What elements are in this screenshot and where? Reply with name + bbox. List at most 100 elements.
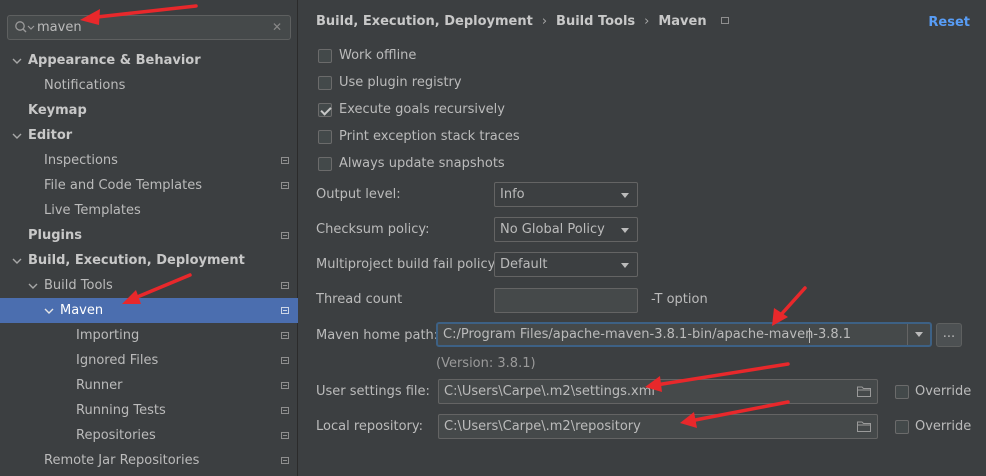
sidebar-item-runner[interactable]: Runner xyxy=(0,373,298,398)
chevron-down-icon[interactable] xyxy=(12,131,22,141)
sidebar-item-label: File and Code Templates xyxy=(44,178,202,193)
chevron-down-icon[interactable] xyxy=(44,306,54,316)
sidebar-item-label: Plugins xyxy=(28,228,82,243)
dropdown-value: Info xyxy=(500,187,525,202)
breadcrumb-separator: › xyxy=(644,14,650,29)
user-settings-file-label: User settings file: xyxy=(316,384,430,399)
multiproject-fail-policy-dropdown[interactable]: Default xyxy=(494,252,638,277)
sidebar-item-label: Keymap xyxy=(28,103,87,118)
sidebar-item-label: Maven xyxy=(60,303,104,318)
sidebar-item-running-tests[interactable]: Running Tests xyxy=(0,398,298,423)
execute-goals-recursively-checkbox[interactable] xyxy=(318,103,332,117)
sidebar-item-label: Running Tests xyxy=(76,403,166,418)
project-scope-icon xyxy=(281,282,289,289)
sidebar-item-maven[interactable]: Maven xyxy=(0,298,298,323)
sidebar-item-notifications[interactable]: Notifications xyxy=(0,73,298,98)
project-scope-icon xyxy=(281,332,289,339)
settings-search-field[interactable]: maven ✕ xyxy=(7,15,291,40)
breadcrumb-separator: › xyxy=(541,14,548,29)
thread-count-input[interactable] xyxy=(494,288,638,313)
input-value[interactable]: C:/Program Files/apache-maven-3.8.1-bin/… xyxy=(443,327,851,342)
checksum-policy-dropdown[interactable]: No Global Policy xyxy=(494,217,638,242)
reset-link[interactable]: Reset xyxy=(928,15,970,30)
sidebar-item-plugins[interactable]: Plugins xyxy=(0,223,298,248)
sidebar-item-label: Build Tools xyxy=(44,278,113,293)
print-exception-stack-traces-checkbox[interactable] xyxy=(318,130,332,144)
sidebar-item-keymap[interactable]: Keymap xyxy=(0,98,298,123)
chevron-down-icon[interactable] xyxy=(28,281,38,291)
multiproject-fail-policy-label: Multiproject build fail policy: xyxy=(316,257,499,272)
sidebar-item-label: Notifications xyxy=(44,78,126,93)
project-scope-icon xyxy=(281,232,289,239)
chevron-down-icon[interactable] xyxy=(12,56,22,66)
thread-count-label: Thread count xyxy=(316,292,403,307)
checksum-policy-label: Checksum policy: xyxy=(316,222,430,237)
settings-sidebar: maven ✕ Appearance & Behavior Notificati… xyxy=(0,0,298,476)
checkbox-label: Use plugin registry xyxy=(339,75,462,90)
output-level-dropdown[interactable]: Info xyxy=(494,182,638,207)
project-scope-icon xyxy=(281,182,289,189)
sidebar-item-label: Runner xyxy=(76,378,123,393)
chevron-down-icon[interactable] xyxy=(12,256,22,266)
local-repository-label: Local repository: xyxy=(316,419,423,434)
combobox-divider xyxy=(907,324,908,345)
sidebar-item-editor[interactable]: Editor xyxy=(0,123,298,148)
search-input-value[interactable]: maven xyxy=(37,20,82,35)
folder-icon[interactable] xyxy=(857,421,871,432)
project-scope-icon xyxy=(281,357,289,364)
checkbox-label: Override xyxy=(915,384,972,399)
dropdown-arrow-icon xyxy=(621,193,629,198)
project-scope-icon xyxy=(281,457,289,464)
project-scope-icon xyxy=(281,407,289,414)
always-update-snapshots-checkbox[interactable] xyxy=(318,157,332,171)
breadcrumb: Build, Execution, Deployment › Build Tools… xyxy=(316,14,729,29)
sidebar-item-label: Live Templates xyxy=(44,203,141,218)
checkbox-label: Print exception stack traces xyxy=(339,129,520,144)
use-plugin-registry-checkbox[interactable] xyxy=(318,76,332,90)
checkbox-label: Always update snapshots xyxy=(339,156,505,171)
thread-count-suffix: -T option xyxy=(651,292,708,307)
sidebar-item-label: Importing xyxy=(76,328,140,343)
sidebar-item-build-execution-deployment[interactable]: Build, Execution, Deployment xyxy=(0,248,298,273)
sidebar-item-remote-jar-repositories[interactable]: Remote Jar Repositories xyxy=(0,448,298,473)
sidebar-item-repositories[interactable]: Repositories xyxy=(0,423,298,448)
breadcrumb-item: Build, Execution, Deployment xyxy=(316,14,533,29)
sidebar-item-label: Repositories xyxy=(76,428,156,443)
breadcrumb-item: Maven xyxy=(658,14,707,29)
search-icon xyxy=(15,21,35,33)
local-repository-input[interactable]: C:\Users\Carpe\.m2\repository xyxy=(438,414,878,439)
project-scope-icon xyxy=(281,157,289,164)
clear-search-icon[interactable]: ✕ xyxy=(272,20,282,34)
local-repository-override-checkbox[interactable] xyxy=(895,420,909,434)
maven-home-path-combobox[interactable]: C:/Program Files/apache-maven-3.8.1-bin/… xyxy=(436,322,932,347)
user-settings-override-checkbox[interactable] xyxy=(895,385,909,399)
text-caret xyxy=(809,328,810,343)
sidebar-item-importing[interactable]: Importing xyxy=(0,323,298,348)
sidebar-item-build-tools[interactable]: Build Tools xyxy=(0,273,298,298)
user-settings-file-input[interactable]: C:\Users\Carpe\.m2\settings.xml xyxy=(438,379,878,404)
sidebar-item-ignored-files[interactable]: Ignored Files xyxy=(0,348,298,373)
sidebar-item-live-templates[interactable]: Live Templates xyxy=(0,198,298,223)
project-scope-icon xyxy=(281,382,289,389)
sidebar-item-label: Editor xyxy=(28,128,73,143)
maven-settings-panel: Build, Execution, Deployment › Build Tools… xyxy=(299,0,986,476)
sidebar-item-inspections[interactable]: Inspections xyxy=(0,148,298,173)
project-scope-icon xyxy=(720,17,729,24)
sidebar-item-label: Ignored Files xyxy=(76,353,159,368)
sidebar-item-appearance-behavior[interactable]: Appearance & Behavior xyxy=(0,48,298,73)
dropdown-arrow-icon xyxy=(621,228,629,233)
sidebar-item-label: Remote Jar Repositories xyxy=(44,453,200,468)
output-level-label: Output level: xyxy=(316,187,401,202)
sidebar-item-file-code-templates[interactable]: File and Code Templates xyxy=(0,173,298,198)
project-scope-icon xyxy=(281,307,289,314)
input-value: C:\Users\Carpe\.m2\repository xyxy=(444,419,641,434)
folder-icon[interactable] xyxy=(857,386,871,397)
breadcrumb-item: Build Tools xyxy=(556,14,636,29)
maven-home-path-label: Maven home path: xyxy=(316,328,439,343)
dropdown-value: Default xyxy=(500,257,548,272)
browse-maven-home-button[interactable]: ... xyxy=(936,323,962,347)
dropdown-arrow-icon[interactable] xyxy=(915,332,923,337)
checkbox-label: Override xyxy=(915,419,972,434)
sidebar-item-label: Build, Execution, Deployment xyxy=(28,253,245,268)
work-offline-checkbox[interactable] xyxy=(318,49,332,63)
